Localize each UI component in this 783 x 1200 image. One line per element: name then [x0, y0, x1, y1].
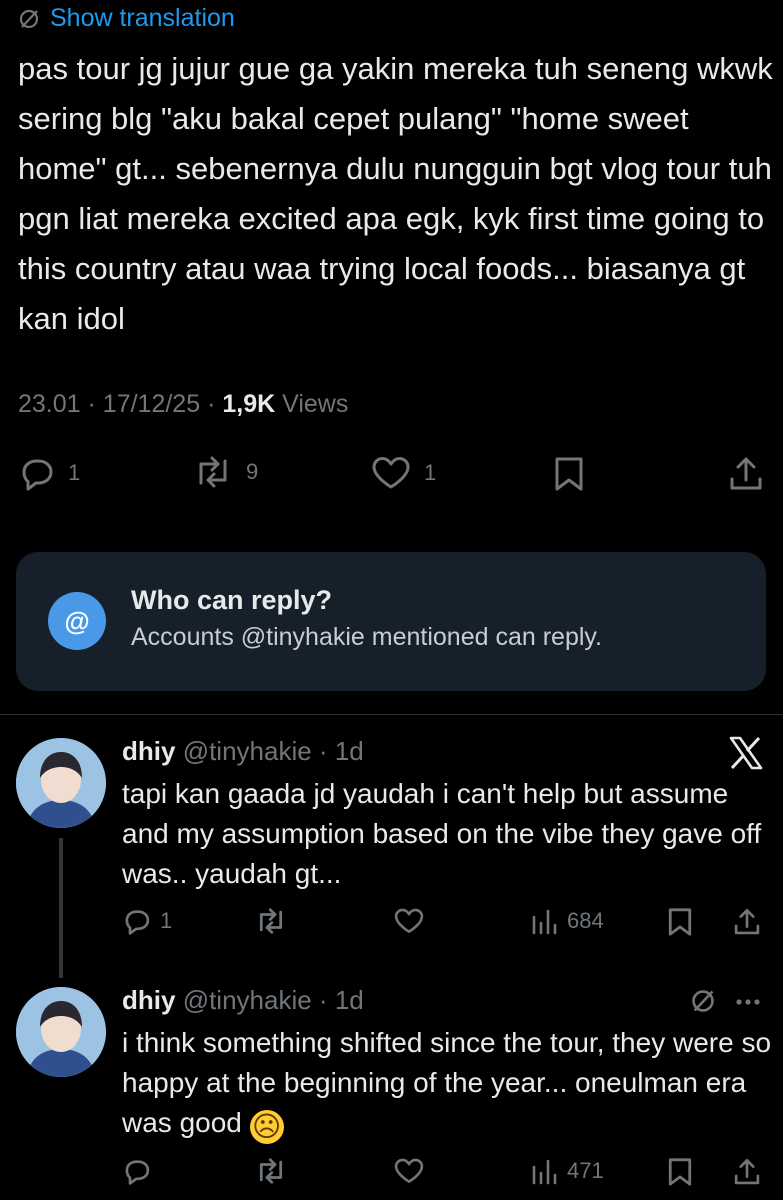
bookmark-icon	[667, 907, 693, 937]
reply-age[interactable]: 1d	[335, 985, 364, 1015]
close-button[interactable]	[728, 736, 764, 770]
translate-icon	[690, 988, 716, 1014]
bookmark-button[interactable]	[667, 907, 693, 937]
reply-icon	[122, 907, 152, 935]
repost-icon	[254, 907, 288, 935]
bookmark-icon	[667, 1157, 693, 1187]
repost-icon	[192, 455, 234, 489]
more-options-button[interactable]	[735, 998, 761, 1006]
tweet-date[interactable]: 17/12/25	[103, 390, 200, 418]
dot-separator: ·	[311, 736, 335, 766]
analytics-icon	[531, 1157, 559, 1185]
reply-header: dhiy @tinyhakie · 1d	[122, 985, 364, 1016]
repost-button[interactable]	[254, 1157, 288, 1185]
bookmark-button[interactable]	[553, 456, 585, 492]
repost-count: 9	[246, 459, 259, 484]
views-count: 684	[567, 908, 604, 933]
like-button[interactable]	[393, 907, 425, 935]
avatar-image	[16, 738, 106, 828]
reply-icon	[122, 1157, 152, 1185]
share-icon	[733, 907, 761, 937]
at-icon: @	[48, 592, 106, 650]
views-count: 1,9K	[222, 390, 276, 418]
avatar[interactable]	[16, 987, 106, 1077]
repost-icon	[254, 1157, 288, 1185]
share-icon	[733, 1157, 761, 1187]
avatar-image	[16, 987, 106, 1077]
reply-header: dhiy @tinyhakie · 1d	[122, 736, 364, 767]
reply-action[interactable]: 1	[18, 455, 80, 491]
display-name[interactable]: dhiy	[122, 736, 175, 766]
show-translation-link[interactable]: Show translation	[18, 4, 235, 33]
reply-text: tapi kan gaada jd yaudah i can't help bu…	[122, 778, 762, 889]
meta-separator: ·	[207, 390, 223, 418]
share-button[interactable]	[733, 907, 761, 937]
share-button[interactable]	[728, 456, 764, 492]
reply-button[interactable]	[122, 1157, 152, 1185]
user-handle[interactable]: @tinyhakie	[183, 736, 312, 766]
heart-icon	[370, 455, 412, 491]
thread-line	[59, 838, 63, 978]
display-name[interactable]: dhiy	[122, 985, 175, 1015]
tweet-text: pas tour jg jujur gue ga yakin mereka tu…	[18, 51, 773, 336]
meta-separator: ·	[87, 390, 103, 418]
views-action[interactable]: 684	[531, 907, 604, 935]
reply-count: 1	[68, 460, 81, 485]
like-count: 1	[424, 460, 437, 485]
reply-action[interactable]: 1	[122, 907, 172, 935]
frowning-face-emoji: ☹	[249, 1110, 284, 1144]
reply-icon	[18, 455, 56, 491]
views-count: 471	[567, 1158, 604, 1183]
views-label: Views	[282, 390, 349, 418]
like-action[interactable]: 1	[370, 455, 436, 491]
who-can-reply-box	[16, 552, 766, 691]
tweet-time[interactable]: 23.01	[18, 390, 81, 418]
views-action[interactable]: 471	[531, 1157, 604, 1185]
more-icon	[735, 998, 761, 1006]
divider	[0, 714, 783, 715]
repost-action[interactable]: 9	[192, 455, 258, 489]
bookmark-button[interactable]	[667, 1157, 693, 1187]
repost-button[interactable]	[254, 907, 288, 935]
reply-count: 1	[160, 908, 173, 933]
tweet-meta: 23.01 · 17/12/25 · 1,9K Views	[18, 390, 348, 419]
heart-icon	[393, 907, 425, 935]
avatar[interactable]	[16, 738, 106, 828]
who-can-reply-title: Who can reply?	[131, 585, 333, 615]
reply-text: i think something shifted since the tour…	[122, 1023, 772, 1144]
share-icon	[728, 456, 764, 492]
share-button[interactable]	[733, 1157, 761, 1187]
translate-icon	[18, 8, 40, 30]
like-button[interactable]	[393, 1157, 425, 1185]
who-can-reply-subtitle: Accounts @tinyhakie mentioned can reply.	[131, 623, 602, 651]
bookmark-icon	[553, 456, 585, 492]
x-logo-icon	[728, 736, 764, 770]
reply-age[interactable]: 1d	[335, 736, 364, 766]
show-translation-label[interactable]: Show translation	[50, 4, 235, 33]
dot-separator: ·	[311, 985, 335, 1015]
translate-button[interactable]	[690, 988, 716, 1014]
reply-text-body: i think something shifted since the tour…	[122, 1027, 772, 1138]
user-handle[interactable]: @tinyhakie	[183, 985, 312, 1015]
heart-icon	[393, 1157, 425, 1185]
analytics-icon	[531, 907, 559, 935]
